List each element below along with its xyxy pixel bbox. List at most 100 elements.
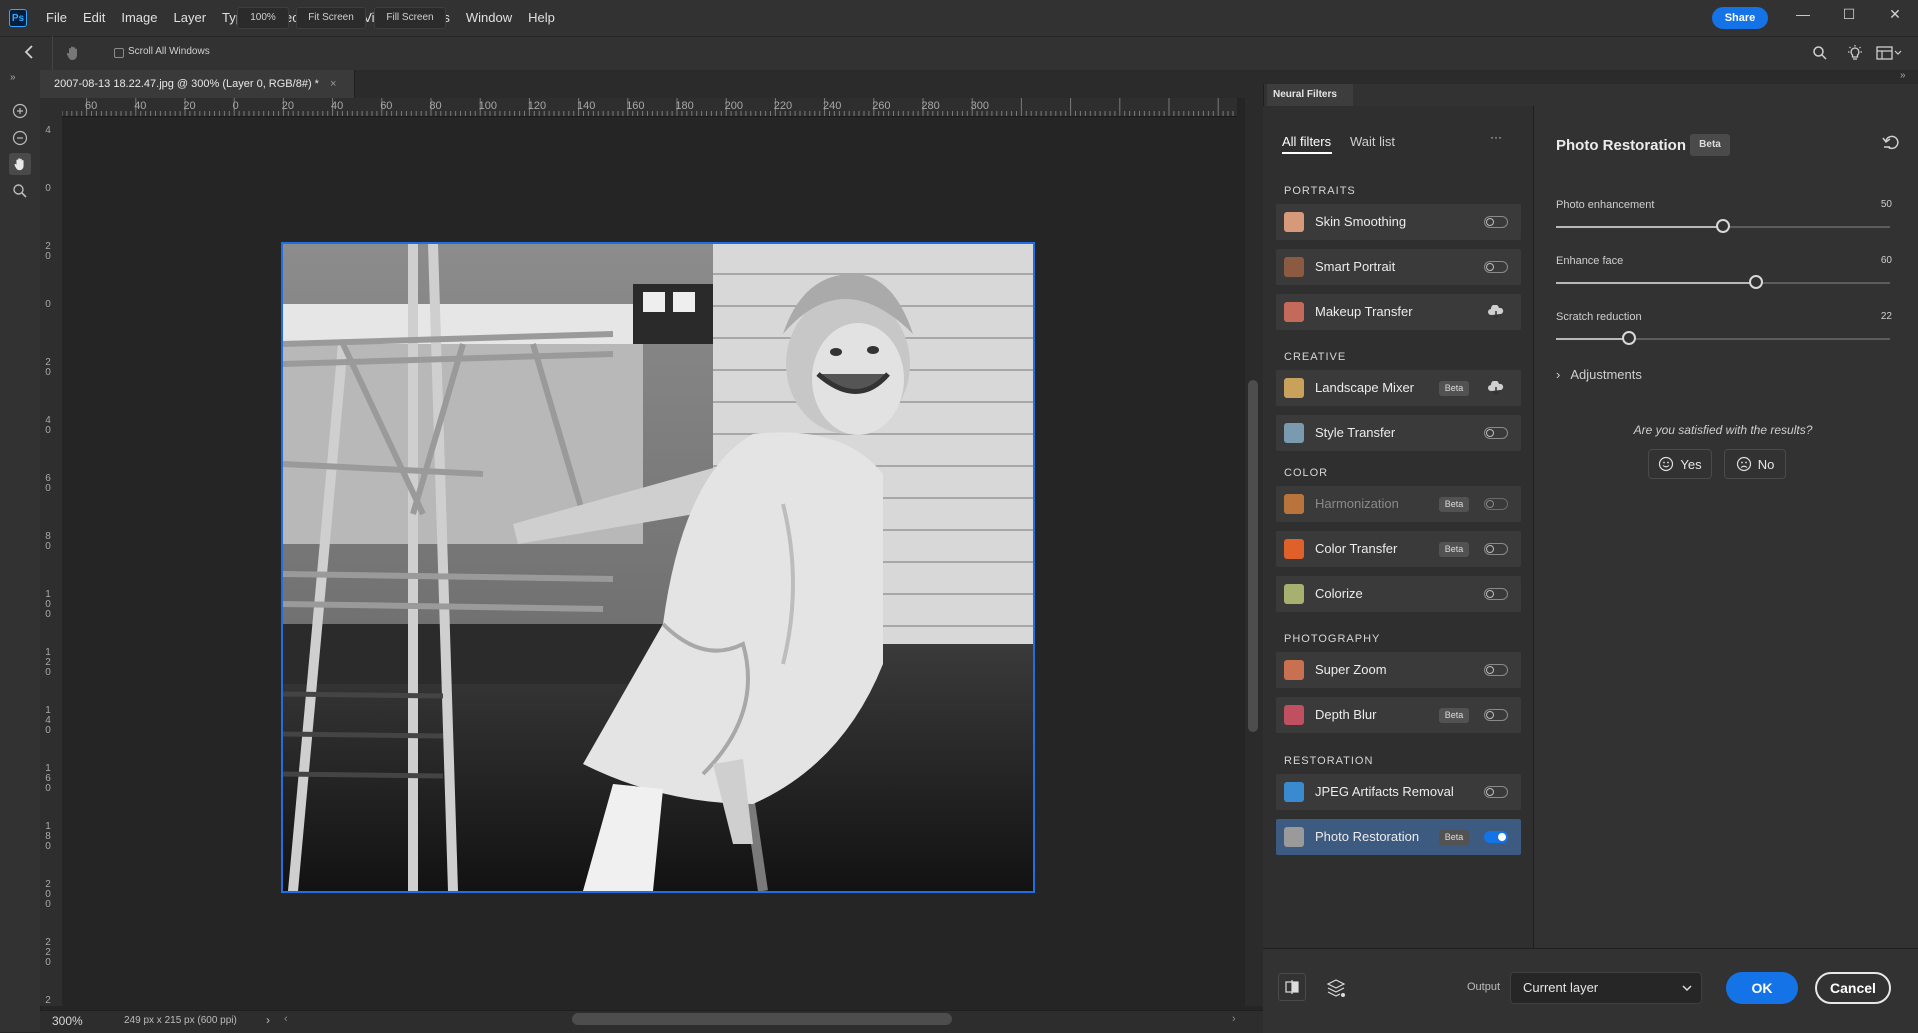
filter-landscape-mixer[interactable]: Landscape Mixer Beta	[1276, 370, 1521, 406]
slider-label-enhance-face: Enhance face	[1556, 255, 1624, 267]
hand-tool-icon[interactable]	[9, 153, 31, 175]
ruler-label: 1 6 0	[45, 763, 51, 794]
zoom-level[interactable]: 300%	[52, 1014, 83, 1028]
filter-thumbnail	[1284, 257, 1304, 277]
neural-filters-tab[interactable]: Neural Filters	[1267, 84, 1353, 106]
filter-toggle[interactable]	[1484, 498, 1508, 510]
fit-screen-button[interactable]: Fit Screen	[296, 7, 366, 29]
zoom-tool-icon[interactable]	[9, 180, 31, 202]
discover-bulb-icon[interactable]	[1846, 44, 1864, 62]
ruler-label: 280	[921, 100, 940, 112]
status-menu-chevron-icon[interactable]: ›	[266, 1013, 270, 1027]
ruler-corner	[40, 98, 62, 116]
filter-toggle[interactable]	[1484, 261, 1508, 273]
filter-toggle[interactable]	[1484, 588, 1508, 600]
filter-depth-blur[interactable]: Depth Blur Beta	[1276, 697, 1521, 733]
menu-layer[interactable]: Layer	[166, 0, 215, 36]
document-tab-title: 2007-08-13 18.22.47.jpg @ 300% (Layer 0,…	[54, 78, 319, 90]
filter-toggle[interactable]	[1484, 664, 1508, 676]
search-icon[interactable]	[1812, 45, 1828, 61]
menu-file[interactable]: File	[38, 0, 75, 36]
feedback-no-button[interactable]: No	[1724, 449, 1786, 479]
horizontal-scroll-thumb[interactable]	[572, 1013, 952, 1025]
adjustments-expander[interactable]: › Adjustments	[1556, 367, 1642, 382]
close-tab-icon[interactable]: ×	[330, 78, 336, 90]
more-options-icon[interactable]: ···	[1490, 130, 1502, 144]
filter-color-transfer[interactable]: Color Transfer Beta	[1276, 531, 1521, 567]
slider-fill	[1556, 338, 1630, 340]
zoom-100-button[interactable]: 100%	[237, 7, 289, 29]
ruler-label: 40	[134, 100, 147, 112]
filter-name: Harmonization	[1315, 496, 1399, 511]
menu-image[interactable]: Image	[113, 0, 165, 36]
collapse-chevrons-icon[interactable]: »	[10, 72, 16, 83]
filter-name: Landscape Mixer	[1315, 380, 1414, 395]
cloud-download-icon[interactable]	[1488, 381, 1504, 395]
vertical-scroll-thumb[interactable]	[1248, 380, 1258, 732]
scroll-all-windows-checkbox[interactable]	[114, 48, 124, 58]
panel-collapse-icon[interactable]: »	[1900, 70, 1906, 81]
hand-tool-icon[interactable]	[64, 44, 82, 62]
filter-toggle[interactable]	[1484, 831, 1508, 843]
beta-badge: Beta	[1439, 497, 1469, 512]
document-photo[interactable]	[281, 242, 1035, 893]
cancel-button[interactable]: Cancel	[1815, 972, 1891, 1004]
options-bar	[0, 36, 1918, 72]
output-label: Output	[1467, 981, 1501, 993]
beta-badge: Beta	[1439, 542, 1469, 557]
filter-toggle[interactable]	[1484, 216, 1508, 228]
document-info: 249 px x 215 px (600 ppi)	[124, 1015, 237, 1026]
layers-icon[interactable]	[1326, 978, 1346, 998]
photoshop-logo: Ps	[9, 9, 27, 27]
menu-edit[interactable]: Edit	[75, 0, 113, 36]
filter-style-transfer[interactable]: Style Transfer	[1276, 415, 1521, 451]
minimize-button[interactable]: —	[1780, 0, 1826, 28]
filter-skin-smoothing[interactable]: Skin Smoothing	[1276, 204, 1521, 240]
slider-fill	[1556, 282, 1757, 284]
cloud-download-icon[interactable]	[1488, 305, 1504, 319]
reset-icon[interactable]	[1882, 135, 1902, 151]
fill-screen-button[interactable]: Fill Screen	[374, 7, 446, 29]
filter-photo-restoration[interactable]: Photo Restoration Beta	[1276, 819, 1521, 855]
filter-toggle[interactable]	[1484, 709, 1508, 721]
scroll-right-icon[interactable]: ›	[1232, 1013, 1236, 1025]
filter-thumbnail	[1284, 212, 1304, 232]
slider-value-photo-enhancement: 50	[1880, 199, 1892, 210]
filter-super-zoom[interactable]: Super Zoom	[1276, 652, 1521, 688]
filter-name: JPEG Artifacts Removal	[1315, 784, 1454, 799]
scroll-left-icon[interactable]: ‹	[284, 1013, 288, 1025]
menu-help[interactable]: Help	[520, 0, 563, 36]
maximize-button[interactable]: ☐	[1826, 0, 1872, 28]
close-button[interactable]: ✕	[1872, 0, 1918, 28]
feedback-yes-button[interactable]: Yes	[1648, 449, 1712, 479]
zoom-in-icon[interactable]	[9, 100, 31, 122]
tab-all-filters[interactable]: All filters	[1282, 134, 1331, 149]
vertical-ruler: 4 0 2 0 0 2 0 4 0 6 0 8 0 1 0 0 1 2 0 1 4 0 1 6 0 1 …	[40, 116, 63, 1006]
menu-window[interactable]: Window	[458, 0, 520, 36]
filter-toggle[interactable]	[1484, 543, 1508, 555]
ruler-label: 20	[281, 100, 295, 112]
filter-smart-portrait[interactable]: Smart Portrait	[1276, 249, 1521, 285]
share-button[interactable]: Share	[1712, 7, 1768, 29]
zoom-out-icon[interactable]	[9, 127, 31, 149]
tab-wait-list[interactable]: Wait list	[1350, 134, 1395, 149]
settings-title: Photo Restoration	[1556, 137, 1686, 154]
ruler-label: 6 0	[45, 473, 51, 494]
feedback-yes-label: Yes	[1680, 456, 1702, 472]
filter-jpeg-artifacts-removal[interactable]: JPEG Artifacts Removal	[1276, 774, 1521, 810]
filter-toggle[interactable]	[1484, 427, 1508, 439]
filter-makeup-transfer[interactable]: Makeup Transfer	[1276, 294, 1521, 330]
filter-harmonization[interactable]: Harmonization Beta	[1276, 486, 1521, 522]
slider-knob-photo-enhancement[interactable]	[1716, 219, 1730, 233]
workspace-icon[interactable]	[1876, 46, 1902, 60]
output-select[interactable]: Current layer	[1510, 972, 1702, 1004]
filter-thumbnail	[1284, 660, 1304, 680]
filter-colorize[interactable]: Colorize	[1276, 576, 1521, 612]
ok-button[interactable]: OK	[1726, 972, 1798, 1004]
chevron-right-icon: ›	[1556, 367, 1561, 382]
back-arrow-icon[interactable]	[22, 44, 38, 60]
document-tab[interactable]: 2007-08-13 18.22.47.jpg @ 300% (Layer 0,…	[40, 70, 355, 98]
preview-toggle-button[interactable]	[1278, 973, 1306, 1001]
ruler-label: 0	[45, 299, 51, 310]
filter-toggle[interactable]	[1484, 786, 1508, 798]
